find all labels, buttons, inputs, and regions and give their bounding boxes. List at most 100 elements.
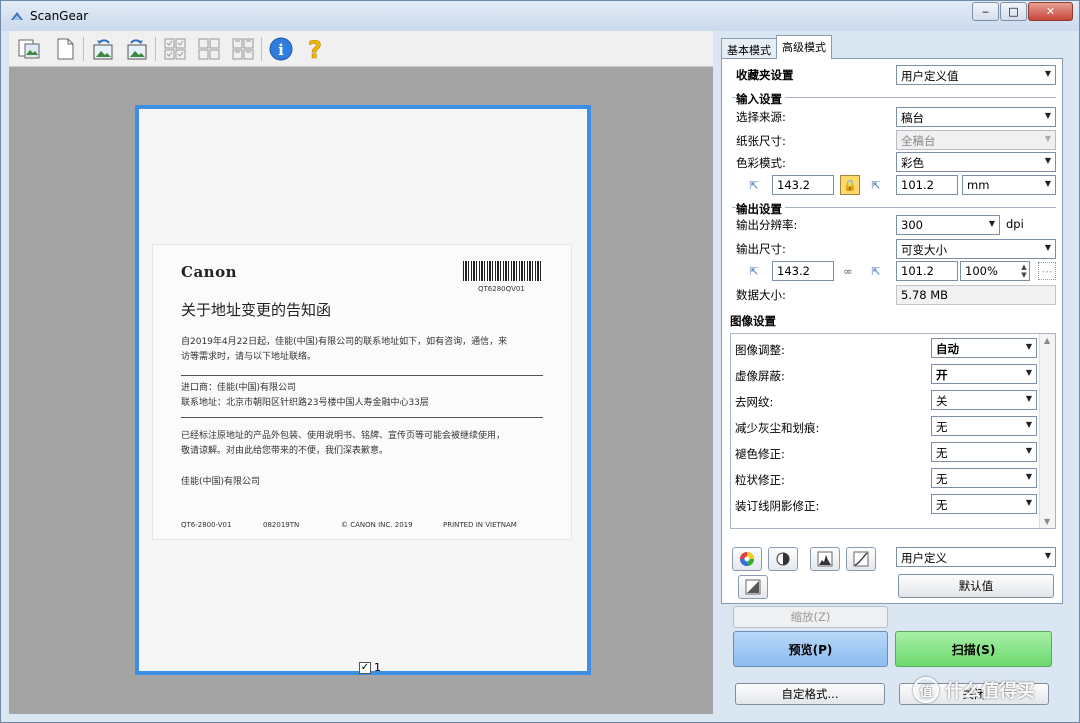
scroll-down-icon[interactable]: ▼ [1044, 517, 1050, 526]
scanned-document: Canon QT6280QV01 关于地址变更的告知函 自2019年4月22日起… [153, 245, 571, 539]
document-headline: 关于地址变更的告知函 [181, 301, 332, 319]
settings-pane: 基本模式 高级模式 收藏夹设置 用户定义值 输入设置 选择来源: 稿台 纸张尺寸… [717, 35, 1075, 717]
output-width-field[interactable]: 143.2 [772, 261, 834, 281]
link-icon[interactable]: ∞ [840, 263, 856, 279]
brightness-icon [776, 552, 790, 566]
whole-image-view-icon[interactable] [51, 35, 79, 63]
source-label: 选择来源: [736, 110, 786, 124]
width-icon: ⇱ [749, 178, 759, 192]
advanced-mode-panel: 收藏夹设置 用户定义值 输入设置 选择来源: 稿台 纸张尺寸: 全稿台 色彩模式… [721, 58, 1063, 604]
histogram-button[interactable] [810, 547, 840, 571]
color-balance-button[interactable] [732, 547, 762, 571]
input-settings-heading: 输入设置 [736, 91, 785, 107]
document-barcode [463, 261, 543, 281]
rotate-left-icon[interactable] [89, 35, 117, 63]
document-footer: PRINTED IN VIETNAM [443, 521, 517, 529]
image-settings-list: 图像调整: 自动 虚像屏蔽: 开 去网纹: 关 减少灰尘和划痕: 无 褪色修正: [730, 333, 1056, 529]
output-size-select[interactable]: 可变大小 [896, 239, 1056, 259]
scangear-app-icon [11, 12, 23, 20]
output-resolution-select[interactable]: 300 [896, 215, 1000, 235]
defaults-button[interactable]: 默认值 [898, 574, 1054, 598]
maximize-button[interactable]: □ [1000, 2, 1027, 21]
tone-curve-icon [853, 551, 869, 567]
title-bar: ScanGear ‒ □ ✕ [1, 1, 1079, 31]
input-width-field[interactable]: 143.2 [772, 175, 834, 195]
list-item: 粒状修正: 无 [735, 468, 1037, 490]
gutter-shadow-select[interactable]: 无 [931, 494, 1037, 514]
help-icon[interactable]: ? [301, 35, 329, 63]
info-icon[interactable]: i [267, 35, 295, 63]
brightness-contrast-button[interactable] [768, 547, 798, 571]
rotate-right-icon[interactable] [123, 35, 151, 63]
color-wheel-icon [740, 552, 754, 566]
histogram-icon [817, 551, 833, 567]
list-item: 去网纹: 关 [735, 390, 1037, 412]
scroll-up-icon[interactable]: ▲ [1044, 336, 1050, 345]
aspect-lock-icon[interactable]: 🔒 [840, 175, 860, 195]
output-resolution-label: 输出分辨率: [736, 218, 798, 232]
preview-size-icon[interactable]: ⋯ [1038, 262, 1056, 280]
favorites-select[interactable]: 用户定义值 [896, 65, 1056, 85]
select-all-frames-icon[interactable] [195, 35, 223, 63]
output-height-field[interactable]: 101.2 [896, 261, 958, 281]
document-code: QT6280QV01 [478, 285, 525, 293]
descreen-label: 去网纹: [735, 395, 774, 409]
preview-area[interactable]: Canon QT6280QV01 关于地址变更的告知函 自2019年4月22日起… [9, 67, 713, 714]
platen-frame[interactable]: Canon QT6280QV01 关于地址变更的告知函 自2019年4月22日起… [135, 105, 591, 675]
grain-correction-select[interactable]: 无 [931, 468, 1037, 488]
close-window-button[interactable]: ✕ [1028, 2, 1073, 21]
preview-pane: i ? Canon QT6280QV01 关于地址变更的告知函 自2019年4月… [9, 31, 713, 714]
image-settings-heading: 图像设置 [730, 314, 776, 328]
document-footer: 082019TN [263, 521, 300, 529]
descreen-select[interactable]: 关 [931, 390, 1037, 410]
minimize-button[interactable]: ‒ [972, 2, 999, 21]
document-rule [181, 375, 543, 376]
resolution-unit: dpi [1006, 217, 1024, 231]
tab-basic-mode[interactable]: 基本模式 [721, 38, 777, 59]
paper-size-label: 纸张尺寸: [736, 134, 786, 148]
tab-advanced-mode[interactable]: 高级模式 [776, 35, 832, 59]
info-glyph: i [278, 41, 284, 59]
watermark-text: 什么值得买 [945, 681, 1035, 702]
threshold-icon [745, 579, 761, 595]
window-title: ScanGear [30, 9, 89, 23]
image-settings-scrollbar[interactable]: ▲ ▼ [1039, 334, 1055, 528]
unit-select[interactable]: mm [962, 175, 1056, 195]
document-footer: © CANON INC. 2019 [341, 521, 413, 529]
list-item: 减少灰尘和划痕: 无 [735, 416, 1037, 438]
page-select[interactable]: ✓ 1 [359, 661, 381, 674]
preview-button[interactable]: 预览(P) [733, 631, 888, 667]
scale-spinner-icon[interactable]: ▲ ▼ [1018, 262, 1030, 280]
fading-correction-select[interactable]: 无 [931, 442, 1037, 462]
color-mode-label: 色彩模式: [736, 156, 786, 170]
auto-crop-icon[interactable] [161, 35, 189, 63]
watermark-icon: 值 [913, 677, 939, 703]
scangear-window: ScanGear ‒ □ ✕ i ? Canon QT6280QV01 关于地址… [0, 0, 1080, 723]
color-mode-select[interactable]: 彩色 [896, 152, 1056, 172]
dust-scratch-select[interactable]: 无 [931, 416, 1037, 436]
mode-tabs: 基本模式 高级模式 [721, 35, 832, 59]
document-contact: 进口商：佳能(中国)有限公司 联系地址：北京市朝阳区针织路23号楼中国人寿金融中… [181, 383, 429, 408]
threshold-button[interactable] [738, 575, 768, 599]
help-glyph: ? [308, 36, 322, 62]
zoom-button[interactable]: 缩放(Z) [733, 606, 888, 628]
image-adjust-select[interactable]: 自动 [931, 338, 1037, 358]
unsharp-mask-label: 虚像屏蔽: [735, 369, 785, 383]
adjust-preset-select[interactable]: 用户定义 [896, 547, 1056, 567]
scan-button[interactable]: 扫描(S) [895, 631, 1052, 667]
thumbnail-view-icon[interactable] [15, 35, 43, 63]
clear-frames-icon[interactable] [229, 35, 257, 63]
tone-curve-button[interactable] [846, 547, 876, 571]
list-item: 褪色修正: 无 [735, 442, 1037, 464]
height-icon: ⇱ [871, 178, 881, 192]
input-height-field[interactable]: 101.2 [896, 175, 958, 195]
list-item: 图像调整: 自动 [735, 338, 1037, 360]
unsharp-mask-select[interactable]: 开 [931, 364, 1037, 384]
paper-size-select[interactable]: 全稿台 [896, 130, 1056, 150]
custom-format-button[interactable]: 自定格式... [735, 683, 885, 705]
source-select[interactable]: 稿台 [896, 107, 1056, 127]
fading-correction-label: 褪色修正: [735, 447, 785, 461]
document-rule [181, 417, 543, 418]
page-checkbox[interactable]: ✓ [359, 661, 371, 674]
preview-toolbar: i ? [9, 31, 713, 67]
